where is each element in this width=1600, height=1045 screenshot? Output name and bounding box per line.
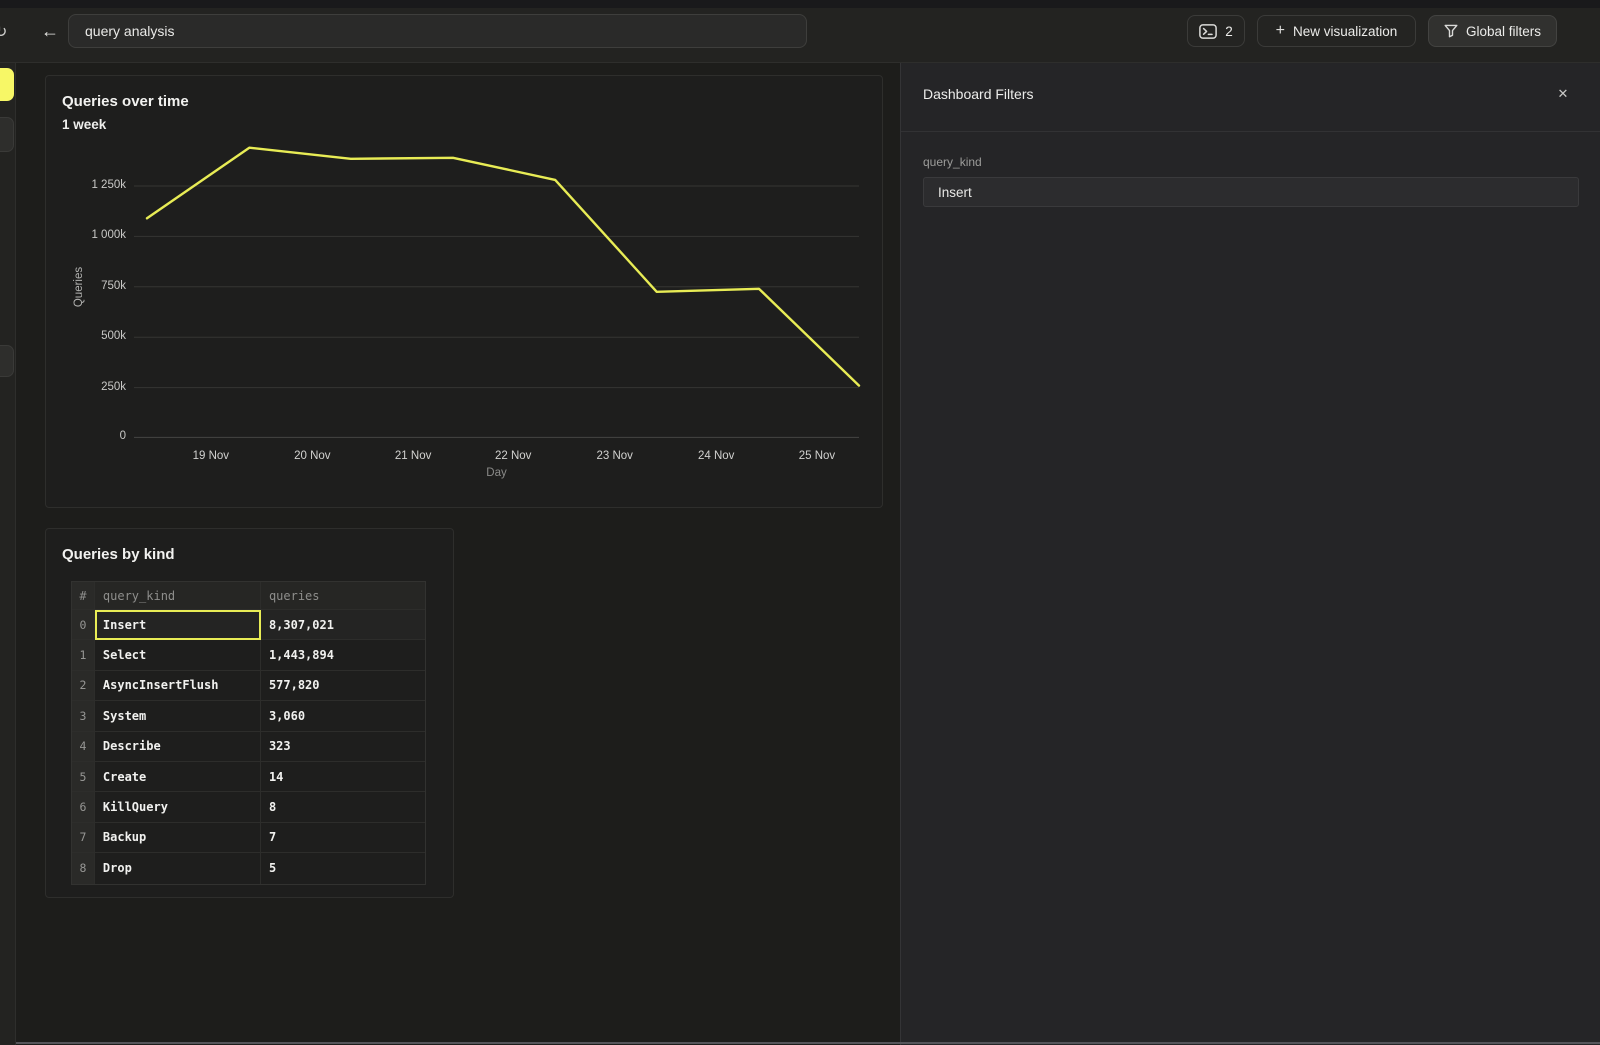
query-kind-filter-input[interactable] xyxy=(923,177,1579,207)
table-row: 1Select1,443,894 xyxy=(72,640,425,670)
table-row: 8Drop5 xyxy=(72,853,425,883)
main-content: Queries over time 1 week Queries Day 1 2… xyxy=(16,63,900,1045)
queries-by-kind-table: #query_kindqueries0Insert8,307,0211Selec… xyxy=(71,581,426,885)
y-axis-tick-label: 250k xyxy=(64,381,126,393)
table-cell-query_kind[interactable]: AsyncInsertFlush xyxy=(95,671,261,701)
table-row: 5Create14 xyxy=(72,762,425,792)
y-axis-tick-label: 750k xyxy=(64,280,126,292)
console-count: 2 xyxy=(1225,24,1233,39)
table-row: 4Describe323 xyxy=(72,732,425,762)
window-top-edge xyxy=(0,0,1600,8)
queries-by-kind-card: Queries by kind #query_kindqueries0Inser… xyxy=(45,528,454,898)
global-filters-button[interactable]: Global filters xyxy=(1428,15,1557,47)
table-cell-query_kind[interactable]: Drop xyxy=(95,853,261,883)
column-header-queries: queries xyxy=(261,582,425,610)
row-index-cell: 6 xyxy=(72,792,95,822)
sidebar-thumbnail-2[interactable] xyxy=(0,345,14,377)
y-axis-tick-label: 0 xyxy=(64,430,126,442)
table-cell-query_kind[interactable]: Select xyxy=(95,640,261,670)
filter-funnel-icon xyxy=(1444,24,1458,38)
table-row: 2AsyncInsertFlush577,820 xyxy=(72,671,425,701)
panel-divider xyxy=(901,131,1600,132)
table-cell-query_kind[interactable]: Backup xyxy=(95,823,261,853)
row-index-cell: 7 xyxy=(72,823,95,853)
new-visualization-label: New visualization xyxy=(1293,24,1397,39)
chart-title: Queries over time xyxy=(62,93,189,110)
table-header-row: #query_kindqueries xyxy=(72,582,425,610)
row-index-cell: 2 xyxy=(72,671,95,701)
sql-console-button[interactable]: 2 xyxy=(1187,15,1245,47)
table-cell-queries[interactable]: 3,060 xyxy=(261,701,425,731)
table-row: 7Backup7 xyxy=(72,823,425,853)
table-cell-queries[interactable]: 7 xyxy=(261,823,425,853)
dashboard-filters-panel: Dashboard Filters ✕ query_kind xyxy=(900,63,1600,1045)
table-cell-queries[interactable]: 8,307,021 xyxy=(261,610,425,640)
y-axis-tick-label: 500k xyxy=(64,330,126,342)
table-cell-queries[interactable]: 577,820 xyxy=(261,671,425,701)
back-button[interactable]: ← xyxy=(38,19,62,43)
table-cell-query_kind[interactable]: Create xyxy=(95,762,261,792)
table-cell-query_kind[interactable]: Describe xyxy=(95,732,261,762)
global-filters-label: Global filters xyxy=(1466,24,1541,39)
x-axis-tick-label: 22 Nov xyxy=(478,450,548,462)
x-axis-tick-label: 21 Nov xyxy=(378,450,448,462)
queries-over-time-card: Queries over time 1 week Queries Day 1 2… xyxy=(45,75,883,508)
table-cell-queries[interactable]: 5 xyxy=(261,853,425,883)
table-row: 6KillQuery8 xyxy=(72,792,425,822)
chart-subtitle: 1 week xyxy=(62,117,106,132)
row-index-cell: 3 xyxy=(72,701,95,731)
x-axis-tick-label: 23 Nov xyxy=(580,450,650,462)
row-index-cell: 4 xyxy=(72,732,95,762)
top-bar: ↻ ← 2 + New visualization Global filters xyxy=(0,8,1600,63)
window-bottom-edge xyxy=(0,1042,1600,1044)
plus-icon: + xyxy=(1276,23,1285,39)
sidebar-thumbnail-1[interactable] xyxy=(0,117,14,152)
table-row: 0Insert8,307,021 xyxy=(72,610,425,640)
x-axis-tick-label: 25 Nov xyxy=(782,450,852,462)
sql-console-icon xyxy=(1199,24,1217,39)
table-cell-queries[interactable]: 8 xyxy=(261,792,425,822)
table-cell-query_kind[interactable]: KillQuery xyxy=(95,792,261,822)
sidebar-thumbnail-0[interactable] xyxy=(0,68,14,101)
row-index-cell: 1 xyxy=(72,640,95,670)
column-header-query_kind: query_kind xyxy=(95,582,261,610)
x-axis-tick-label: 24 Nov xyxy=(681,450,751,462)
x-axis-title: Day xyxy=(462,467,532,479)
table-cell-query_kind[interactable]: Insert xyxy=(95,610,261,640)
row-index-cell: 8 xyxy=(72,853,95,883)
line-chart xyxy=(134,136,859,438)
column-header-index: # xyxy=(72,582,95,610)
y-axis-tick-label: 1 000k xyxy=(64,229,126,241)
table-cell-queries[interactable]: 1,443,894 xyxy=(261,640,425,670)
table-title: Queries by kind xyxy=(62,546,175,563)
table-cell-query_kind[interactable]: System xyxy=(95,701,261,731)
table-cell-queries[interactable]: 323 xyxy=(261,732,425,762)
y-axis-tick-label: 1 250k xyxy=(64,179,126,191)
row-index-cell: 5 xyxy=(72,762,95,792)
filter-field-label: query_kind xyxy=(923,155,982,169)
new-visualization-button[interactable]: + New visualization xyxy=(1257,15,1416,47)
close-icon[interactable]: ✕ xyxy=(1554,85,1572,103)
left-sidebar-strip xyxy=(0,63,16,1045)
x-axis-tick-label: 19 Nov xyxy=(176,450,246,462)
row-index-cell: 0 xyxy=(72,610,95,640)
table-row: 3System3,060 xyxy=(72,701,425,731)
queries-series-line xyxy=(147,148,859,386)
x-axis-tick-label: 20 Nov xyxy=(277,450,347,462)
refresh-history-icon[interactable]: ↻ xyxy=(0,22,7,42)
panel-title: Dashboard Filters xyxy=(923,86,1034,102)
dashboard-title-input[interactable] xyxy=(68,14,807,48)
table-cell-queries[interactable]: 14 xyxy=(261,762,425,792)
